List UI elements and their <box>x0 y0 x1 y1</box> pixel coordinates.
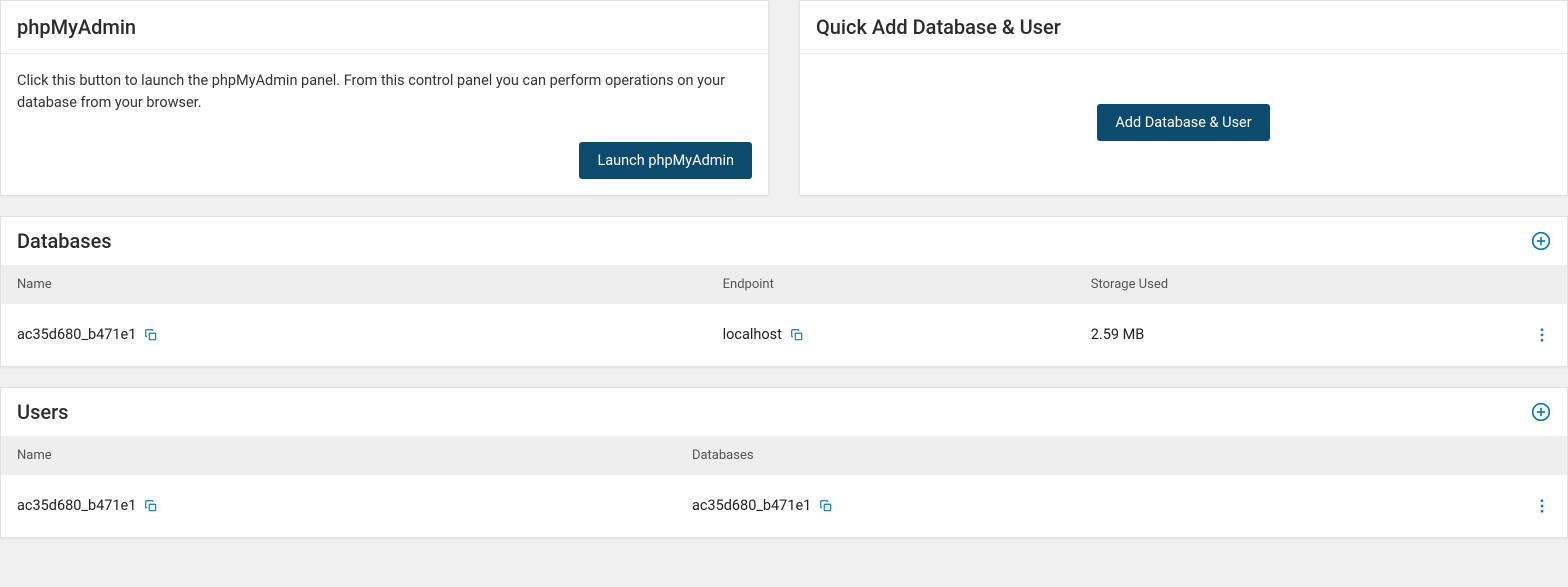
user-name: ac35d680_b471e1 <box>17 497 136 514</box>
phpmyadmin-title: phpMyAdmin <box>17 15 752 39</box>
users-table-header: Name Databases <box>1 436 1567 475</box>
column-header-name: Name <box>17 277 723 292</box>
quick-add-card: Quick Add Database & User Add Database &… <box>799 0 1568 196</box>
phpmyadmin-description: Click this button to launch the phpMyAdm… <box>17 70 752 114</box>
databases-table-header: Name Endpoint Storage Used <box>1 265 1567 304</box>
database-storage: 2.59 MB <box>1091 326 1145 343</box>
users-panel: Users Name Databases ac35d680_b471e1 <box>0 387 1568 538</box>
launch-phpmyadmin-button[interactable]: Launch phpMyAdmin <box>579 142 752 179</box>
add-database-user-button[interactable]: Add Database & User <box>1097 104 1269 141</box>
more-options-icon[interactable] <box>1533 497 1551 515</box>
copy-icon[interactable] <box>144 328 158 342</box>
database-name: ac35d680_b471e1 <box>17 326 136 343</box>
quick-add-title: Quick Add Database & User <box>816 15 1551 39</box>
column-header-name: Name <box>17 448 692 463</box>
copy-icon[interactable] <box>144 499 158 513</box>
column-header-storage: Storage Used <box>1091 277 1459 292</box>
copy-icon[interactable] <box>790 328 804 342</box>
column-header-databases: Databases <box>692 448 1459 463</box>
user-databases: ac35d680_b471e1 <box>692 497 811 514</box>
phpmyadmin-card: phpMyAdmin Click this button to launch t… <box>0 0 769 196</box>
add-database-icon[interactable] <box>1531 231 1551 251</box>
users-title: Users <box>17 400 68 424</box>
more-options-icon[interactable] <box>1533 326 1551 344</box>
databases-title: Databases <box>17 229 112 253</box>
database-row: ac35d680_b471e1 localhost <box>1 304 1567 366</box>
column-header-endpoint: Endpoint <box>723 277 1091 292</box>
user-row: ac35d680_b471e1 ac35d680_b471e1 <box>1 475 1567 537</box>
database-endpoint: localhost <box>723 326 782 343</box>
add-user-icon[interactable] <box>1531 402 1551 422</box>
databases-panel: Databases Name Endpoint Storage Used ac3… <box>0 216 1568 367</box>
copy-icon[interactable] <box>819 499 833 513</box>
